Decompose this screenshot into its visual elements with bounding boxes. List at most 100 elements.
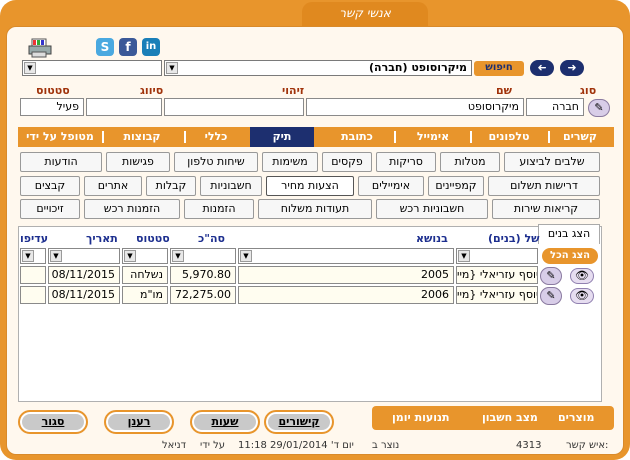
- name-label: שם: [496, 84, 513, 97]
- filter-date[interactable]: ▼: [48, 248, 120, 264]
- col-header-status: סטטוס: [136, 232, 170, 245]
- record-selector-value: מיקרוסופט (חברה): [369, 61, 467, 74]
- btn-campaigns[interactable]: קמפיינים: [428, 176, 484, 196]
- col-header-total: סה"כ: [198, 232, 225, 245]
- table-row-2-status: מו"מ: [122, 286, 168, 304]
- btn-purchase-invoices[interactable]: חשבוניות רכש: [376, 199, 488, 219]
- printer-icon[interactable]: [28, 38, 52, 58]
- chevron-down-icon[interactable]: ▼: [124, 250, 136, 262]
- filter-of-children[interactable]: ▼: [456, 248, 538, 264]
- id-field[interactable]: [164, 98, 304, 116]
- table-row-2-date: 08/11/2015: [48, 286, 120, 304]
- table-row-1-of-children: יוסף עזריאלי {מיי: [456, 266, 538, 284]
- type-field[interactable]: חברה: [526, 98, 584, 116]
- class-label: סיווג: [140, 84, 164, 97]
- row-edit-icon[interactable]: ✎: [540, 287, 562, 305]
- record-selector[interactable]: ▼ מיקרוסופט (חברה): [164, 60, 472, 76]
- btn-purchase-orders[interactable]: הזמנות רכש: [84, 199, 180, 219]
- col-header-date: תאריך: [86, 232, 118, 245]
- name-field[interactable]: מיקרוסופט: [306, 98, 524, 116]
- tab-address[interactable]: כתובת: [322, 127, 392, 147]
- col-header-subject: בנושא: [416, 232, 448, 245]
- bottom-link-account-status[interactable]: מצב חשבון: [482, 411, 538, 424]
- prev-arrow-icon[interactable]: ➜: [530, 60, 554, 76]
- btn-meetings[interactable]: פגישות: [106, 152, 170, 172]
- status-field[interactable]: פעיל: [20, 98, 84, 116]
- table-row-1-subject: 2005: [238, 266, 454, 284]
- table-row-1-total: 5,970.80: [170, 266, 236, 284]
- col-header-of-children: של (בנים): [488, 232, 540, 245]
- filter-subject[interactable]: ▼: [238, 248, 454, 264]
- row-edit-icon[interactable]: ✎: [540, 267, 562, 285]
- search-button[interactable]: חיפוש: [474, 61, 524, 76]
- bottom-link-journal[interactable]: תנועות יומן: [392, 411, 449, 424]
- chevron-down-icon[interactable]: ▼: [22, 250, 34, 262]
- tab-relations[interactable]: קשרים: [550, 127, 610, 147]
- table-row-1-date: 08/11/2015: [48, 266, 120, 284]
- btn-scans[interactable]: סריקות: [376, 152, 436, 172]
- class-field[interactable]: [86, 98, 162, 116]
- tab-phones[interactable]: טלפונים: [474, 127, 544, 147]
- filter-priority[interactable]: ▼: [20, 248, 46, 264]
- table-row-2-subject: 2006: [238, 286, 454, 304]
- chevron-down-icon[interactable]: ▼: [24, 62, 36, 74]
- tab-separator: [470, 131, 472, 143]
- btn-orders[interactable]: הזמנות: [184, 199, 254, 219]
- facebook-icon[interactable]: f: [119, 38, 137, 56]
- tab-separator: [102, 131, 104, 143]
- tab-handled-by[interactable]: מטופל על ידי: [20, 127, 100, 147]
- btn-sites[interactable]: אתרים: [84, 176, 142, 196]
- table-row-1-priority: [20, 266, 46, 284]
- btn-invoices[interactable]: חשבוניות: [200, 176, 262, 196]
- btn-assignments[interactable]: משימות: [262, 152, 318, 172]
- btn-files[interactable]: קבצים: [20, 176, 80, 196]
- skype-icon[interactable]: S: [96, 38, 114, 56]
- btn-delivery-notes[interactable]: תעודות משלוח: [258, 199, 372, 219]
- close-button[interactable]: סגור: [18, 410, 88, 434]
- table-row-2-of-children: יוסף עזריאלי {מיי: [456, 286, 538, 304]
- tab-separator: [394, 131, 396, 143]
- btn-tasks[interactable]: מטלות: [440, 152, 500, 172]
- chevron-down-icon[interactable]: ▼: [458, 250, 470, 262]
- btn-price-quotes[interactable]: הצעות מחיר: [266, 176, 354, 196]
- linkedin-icon[interactable]: in: [142, 38, 160, 56]
- edit-pencil-icon[interactable]: ✎: [588, 99, 610, 117]
- btn-service-calls[interactable]: קריאות שירות: [492, 199, 600, 219]
- links-button[interactable]: קישורים: [264, 410, 334, 434]
- btn-receipts[interactable]: קבלות: [146, 176, 196, 196]
- tab-show-children[interactable]: הצג בנים: [538, 224, 600, 244]
- btn-steps-todo[interactable]: שלבים לביצוע: [504, 152, 600, 172]
- bottom-link-products[interactable]: מוצרים: [558, 411, 594, 424]
- btn-payment-requests[interactable]: דרישות תשלום: [488, 176, 600, 196]
- btn-faxes[interactable]: פקסים: [322, 152, 372, 172]
- id-label: זיהוי: [282, 84, 305, 97]
- tab-email[interactable]: אימייל: [398, 127, 468, 147]
- next-arrow-icon[interactable]: ➜: [560, 60, 584, 76]
- refresh-button[interactable]: רענן: [104, 410, 174, 434]
- row-view-eye-icon[interactable]: 👁: [570, 288, 594, 304]
- chevron-down-icon[interactable]: ▼: [240, 250, 252, 262]
- btn-emails[interactable]: אימיילים: [358, 176, 424, 196]
- tab-separator: [548, 131, 550, 143]
- chevron-down-icon[interactable]: ▼: [172, 250, 184, 262]
- tab-general[interactable]: כללי: [188, 127, 244, 147]
- btn-messages[interactable]: הודעות: [20, 152, 102, 172]
- row-view-eye-icon[interactable]: 👁: [570, 268, 594, 284]
- btn-credits[interactable]: זיכויים: [20, 199, 80, 219]
- tab-file[interactable]: תיק: [250, 127, 314, 147]
- window-title: אנשי קשר: [302, 2, 428, 26]
- filter-status[interactable]: ▼: [122, 248, 168, 264]
- secondary-selector[interactable]: ▼: [22, 60, 162, 76]
- status-created-label: נוצר ב: [372, 440, 400, 451]
- show-all-button[interactable]: הצג הכל: [542, 248, 598, 264]
- btn-phone-calls[interactable]: שיחות טלפון: [174, 152, 258, 172]
- status-label: סטטוס: [36, 84, 70, 97]
- chevron-down-icon[interactable]: ▼: [166, 62, 178, 74]
- chevron-down-icon[interactable]: ▼: [50, 250, 62, 262]
- hours-button[interactable]: שעות: [190, 410, 260, 434]
- tab-groups[interactable]: קבוצות: [104, 127, 180, 147]
- tab-bar: קשרים טלפונים אימייל כתובת תיק כללי קבוצ…: [18, 127, 614, 147]
- status-created-date: יום ד' 29/01/2014 11:18: [238, 440, 354, 451]
- filter-total[interactable]: ▼: [170, 248, 236, 264]
- tab-separator: [184, 131, 186, 143]
